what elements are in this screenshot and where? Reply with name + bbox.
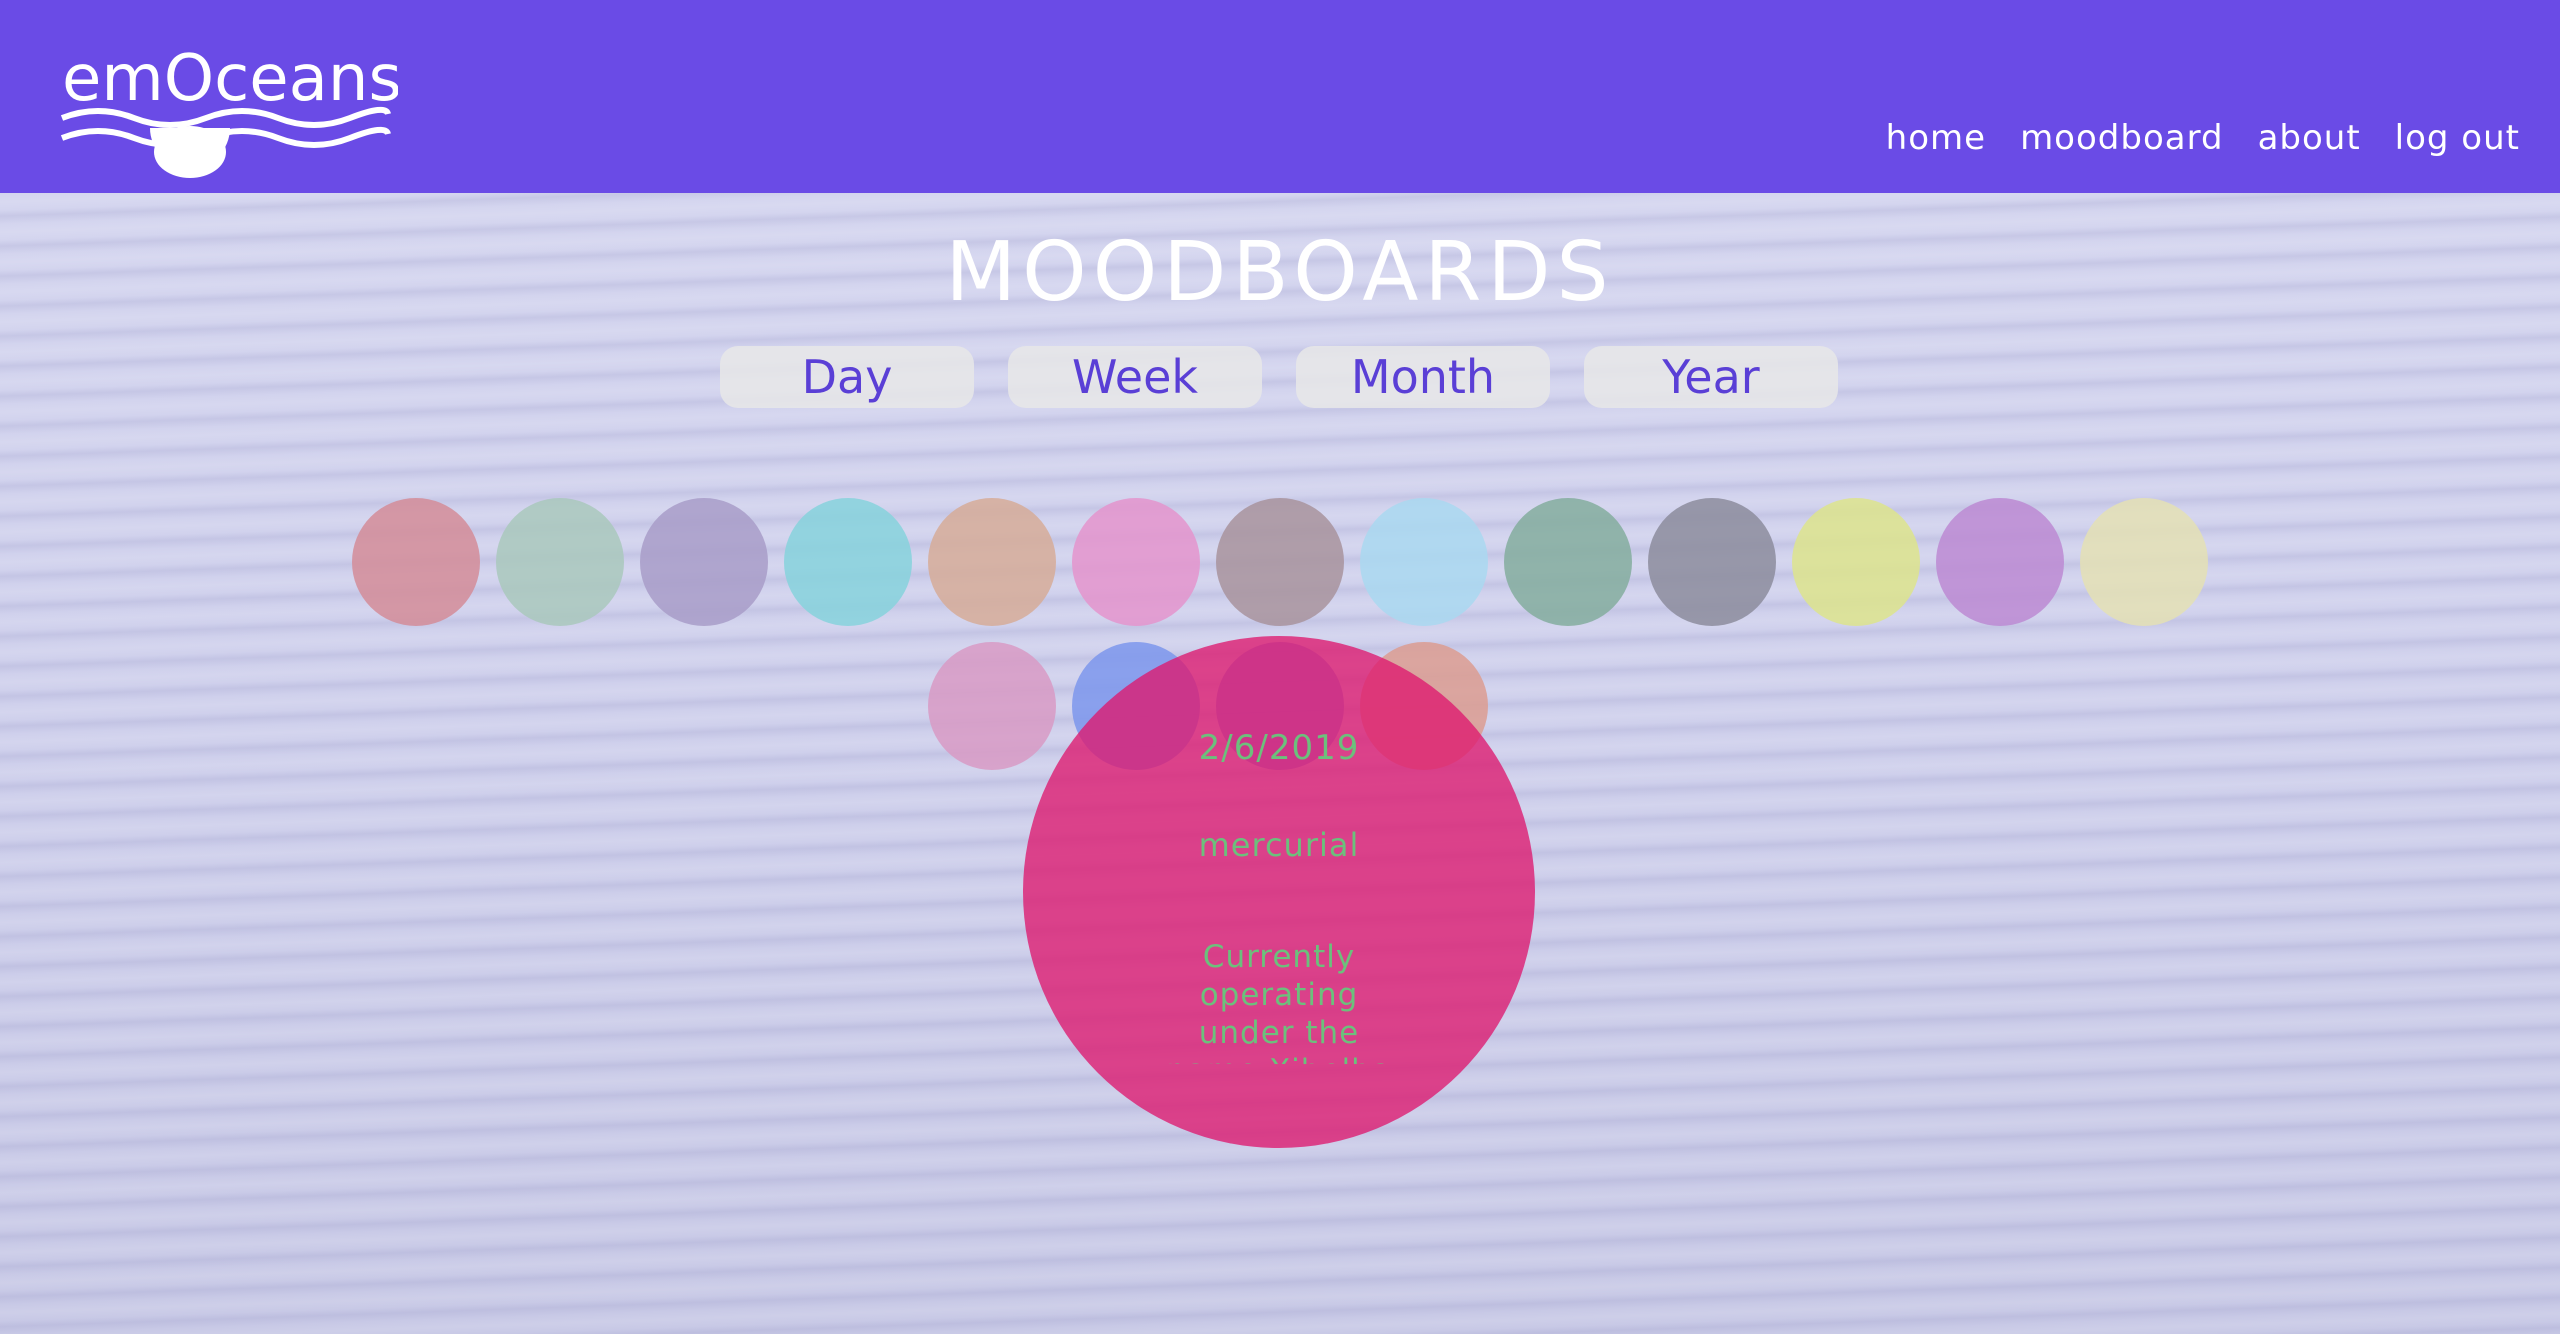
selected-mood-bubble[interactable]: 2/6/2019 mercurial Currently operating u…: [1023, 636, 1535, 1148]
mood-dot[interactable]: [352, 498, 480, 626]
nav-links: home moodboard about log out: [1886, 118, 2520, 158]
tab-week[interactable]: Week: [1008, 346, 1262, 408]
tab-year[interactable]: Year: [1584, 346, 1838, 408]
mood-dot[interactable]: [1216, 498, 1344, 626]
mood-dot[interactable]: [1360, 498, 1488, 626]
mood-dot[interactable]: [1072, 498, 1200, 626]
page-title: MOODBOARDS: [945, 225, 1615, 320]
nav-home-link[interactable]: home: [1886, 118, 1986, 158]
entry-note: Currently operating under the name Xibel…: [1166, 939, 1391, 1064]
tab-day[interactable]: Day: [720, 346, 974, 408]
mood-dot[interactable]: [2080, 498, 2208, 626]
mood-dot[interactable]: [928, 498, 1056, 626]
top-navbar: emOceans home moodboard about log out: [0, 0, 2560, 193]
period-tabs: Day Week Month Year: [720, 346, 1838, 408]
mood-dot[interactable]: [496, 498, 624, 626]
mood-dot[interactable]: [640, 498, 768, 626]
entry-date: 2/6/2019: [1198, 728, 1360, 768]
emoceans-logo[interactable]: emOceans: [58, 22, 398, 182]
nav-moodboard-link[interactable]: moodboard: [2020, 118, 2224, 158]
logo-text: emOceans: [62, 42, 398, 116]
nav-logout-link[interactable]: log out: [2395, 118, 2520, 158]
mood-dot[interactable]: [1504, 498, 1632, 626]
mood-dot[interactable]: [1648, 498, 1776, 626]
tab-month[interactable]: Month: [1296, 346, 1550, 408]
mood-dot[interactable]: [1936, 498, 2064, 626]
nav-about-link[interactable]: about: [2258, 118, 2361, 158]
entry-mood: mercurial: [1198, 826, 1360, 864]
mood-dot[interactable]: [784, 498, 912, 626]
mood-dot[interactable]: [1792, 498, 1920, 626]
